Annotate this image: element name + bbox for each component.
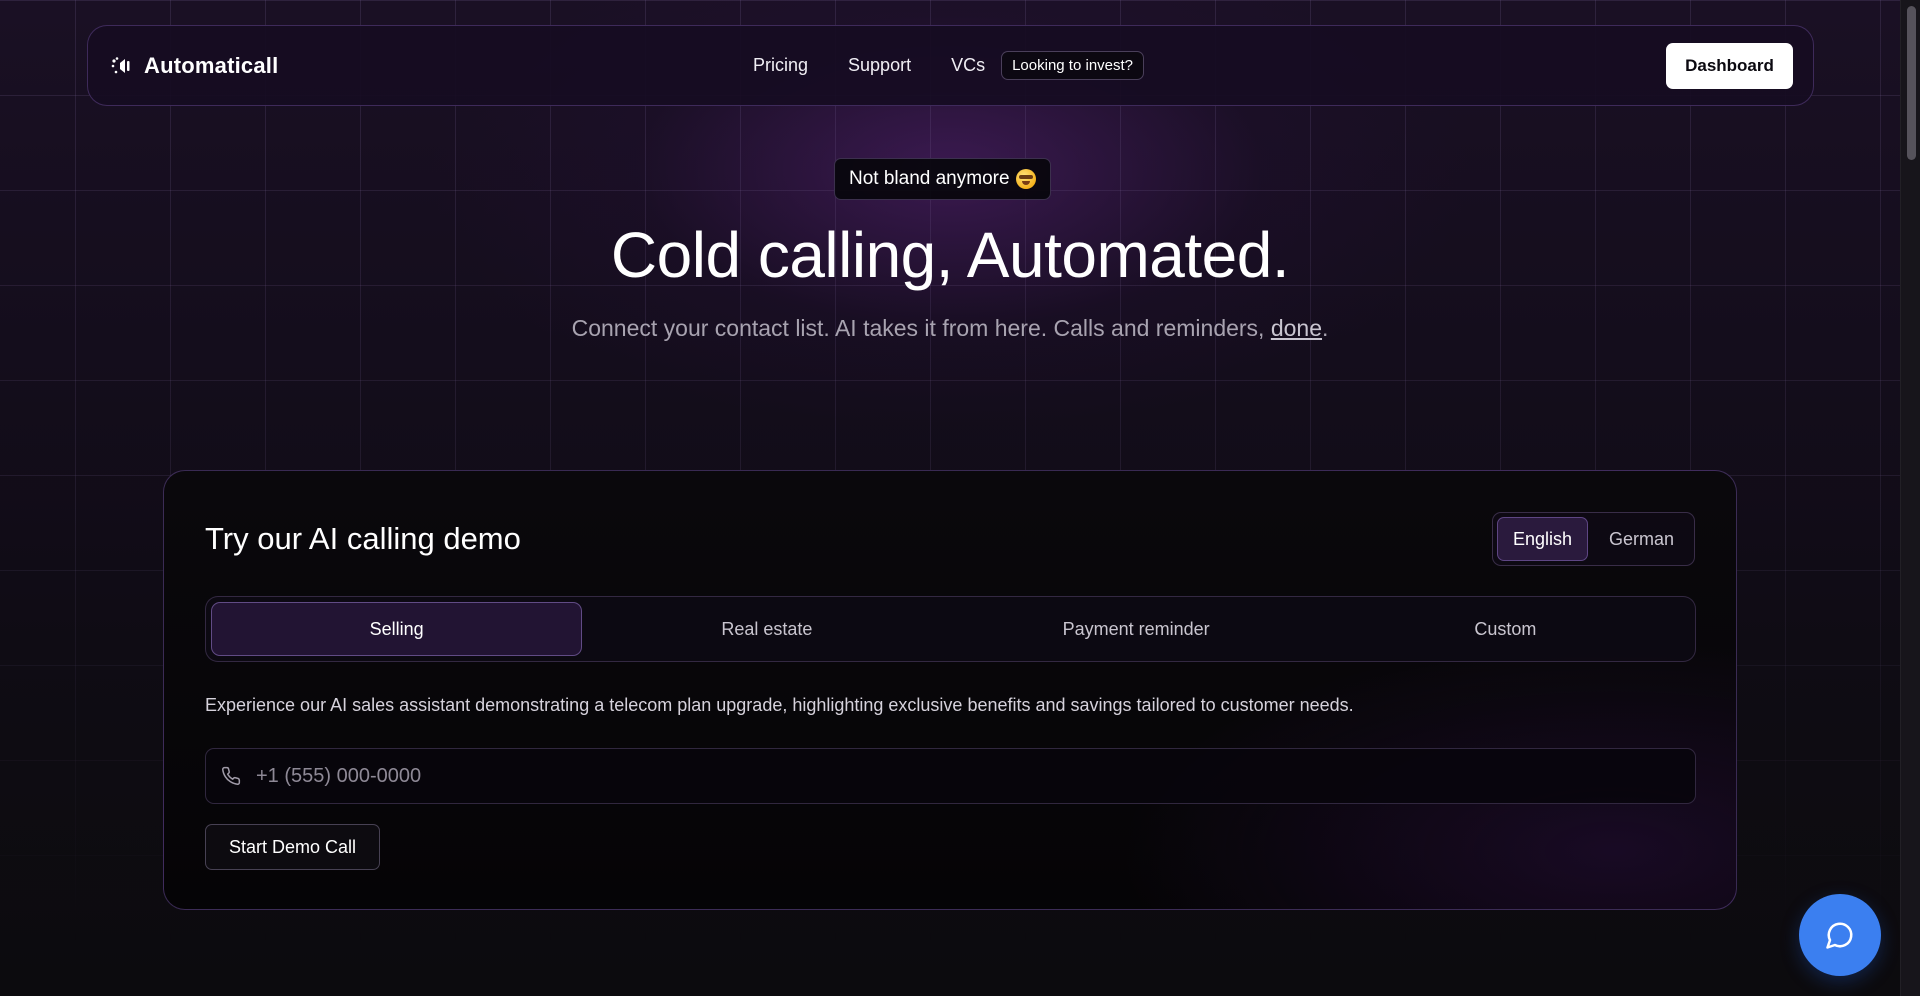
scenario-tabs: Selling Real estate Payment reminder Cus… <box>205 596 1696 662</box>
tab-selling[interactable]: Selling <box>211 602 583 656</box>
demo-title: Try our AI calling demo <box>205 521 521 556</box>
scenario-description: Experience our AI sales assistant demons… <box>205 695 1354 715</box>
phone-field <box>205 748 1696 804</box>
brand[interactable]: Automaticall <box>110 26 278 105</box>
hero-subtitle-period: . <box>1322 315 1329 341</box>
tab-payment-reminder[interactable]: Payment reminder <box>952 602 1321 656</box>
nav-link-support[interactable]: Support <box>848 55 911 76</box>
star-struck-emoji-icon <box>1015 169 1036 189</box>
logo-icon <box>110 55 132 77</box>
hero-subtitle-text: Connect your contact list. AI takes it f… <box>571 315 1271 341</box>
language-toggle: English German <box>1492 512 1695 566</box>
chat-bubble-icon <box>1826 922 1853 949</box>
chat-button[interactable] <box>1799 894 1881 976</box>
top-navbar: Automaticall Pricing Support VCs Looking… <box>87 25 1814 106</box>
scrollbar-thumb[interactable] <box>1907 6 1916 160</box>
phone-icon <box>220 765 242 787</box>
nav-link-pricing[interactable]: Pricing <box>753 55 808 76</box>
hero-subtitle: Connect your contact list. AI takes it f… <box>0 315 1900 342</box>
hero-subtitle-link[interactable]: done <box>1271 315 1322 341</box>
nav-links: Pricing Support VCs Looking to invest? <box>753 26 1145 105</box>
brand-name: Automaticall <box>144 52 279 78</box>
language-option-german[interactable]: German <box>1594 517 1689 561</box>
tab-real-estate[interactable]: Real estate <box>582 602 951 656</box>
start-demo-call-button[interactable]: Start Demo Call <box>205 824 380 870</box>
tab-custom[interactable]: Custom <box>1321 602 1690 656</box>
invest-badge[interactable]: Looking to invest? <box>1001 51 1145 80</box>
page-scrollbar[interactable] <box>1900 0 1920 996</box>
language-option-english[interactable]: English <box>1497 517 1589 561</box>
nav-link-vcs[interactable]: VCs <box>951 55 985 76</box>
phone-input[interactable] <box>256 749 1695 803</box>
hero-badge-label: Not bland anymore <box>849 168 1010 189</box>
demo-card: Try our AI calling demo English German S… <box>163 470 1737 910</box>
hero-badge: Not bland anymore <box>834 158 1051 200</box>
hero-title: Cold calling, Automated. <box>610 219 1290 291</box>
dashboard-button[interactable]: Dashboard <box>1666 43 1793 89</box>
